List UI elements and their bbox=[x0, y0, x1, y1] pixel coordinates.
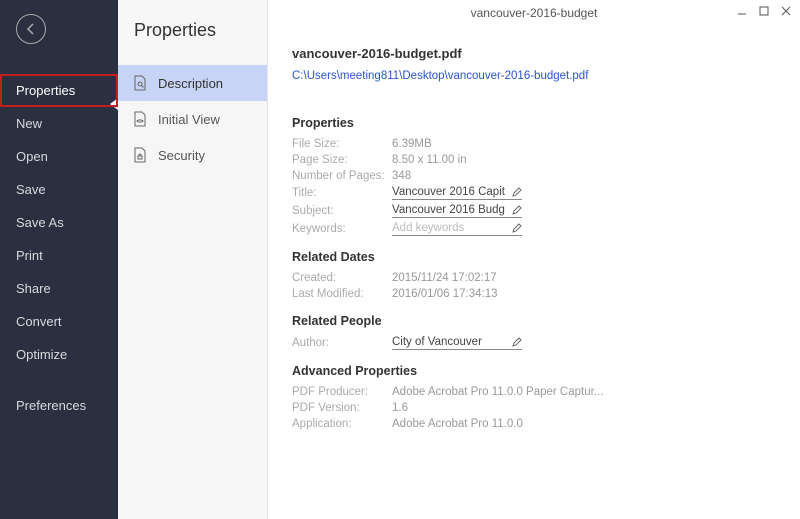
tab-description[interactable]: Description bbox=[118, 65, 267, 101]
sidebar-item-label: Open bbox=[16, 149, 48, 164]
sidebar-item-label: Share bbox=[16, 281, 51, 296]
tab-initial-view[interactable]: Initial View bbox=[118, 101, 267, 137]
titlebar: vancouver-2016-budget bbox=[268, 0, 800, 26]
keywords-field[interactable]: Add keywords bbox=[392, 222, 522, 236]
title-text: Vancouver 2016 Capit bbox=[392, 186, 505, 198]
main-area: vancouver-2016-budget vancouver-2016-bud… bbox=[268, 0, 800, 519]
sidebar-item-save-as[interactable]: Save As bbox=[0, 206, 118, 239]
value-modified: 2016/01/06 17:34:13 bbox=[392, 288, 498, 300]
label-author: Author: bbox=[292, 337, 392, 349]
sidebar-item-print[interactable]: Print bbox=[0, 239, 118, 272]
sidebar-item-convert[interactable]: Convert bbox=[0, 305, 118, 338]
maximize-icon bbox=[759, 6, 769, 16]
section-advanced-heading: Advanced Properties bbox=[292, 364, 776, 378]
sidebar-item-preferences[interactable]: Preferences bbox=[0, 389, 118, 422]
file-path-link[interactable]: C:\Users\meeting811\Desktop\vancouver-20… bbox=[292, 70, 588, 82]
sidebar-item-label: Convert bbox=[16, 314, 62, 329]
value-app: Adobe Acrobat Pro 11.0.0 bbox=[392, 418, 523, 430]
document-lock-icon bbox=[132, 146, 148, 164]
sidebar-item-properties[interactable]: Properties bbox=[0, 74, 118, 107]
tab-label: Description bbox=[158, 76, 223, 91]
chevron-left-icon bbox=[25, 23, 37, 35]
window-title: vancouver-2016-budget bbox=[471, 6, 598, 20]
author-field[interactable]: City of Vancouver bbox=[392, 336, 522, 350]
sidebar-item-label: New bbox=[16, 116, 42, 131]
value-file-size: 6.39MB bbox=[392, 138, 432, 150]
label-app: Application: bbox=[292, 418, 392, 430]
properties-subpanel: Properties Description Initial View Secu… bbox=[118, 0, 268, 519]
back-button[interactable] bbox=[16, 14, 46, 44]
close-icon bbox=[781, 6, 791, 16]
sidebar-item-open[interactable]: Open bbox=[0, 140, 118, 173]
label-producer: PDF Producer: bbox=[292, 386, 392, 398]
sidebar-item-label: Print bbox=[16, 248, 43, 263]
tab-security[interactable]: Security bbox=[118, 137, 267, 173]
section-people-heading: Related People bbox=[292, 314, 776, 328]
panel-title: Properties bbox=[118, 14, 267, 65]
tab-label: Initial View bbox=[158, 112, 220, 127]
sidebar-item-optimize[interactable]: Optimize bbox=[0, 338, 118, 371]
pencil-icon bbox=[512, 205, 522, 215]
value-version: 1.6 bbox=[392, 402, 408, 414]
content: vancouver-2016-budget.pdf C:\Users\meeti… bbox=[268, 26, 800, 442]
pencil-icon bbox=[512, 223, 522, 233]
close-button[interactable] bbox=[778, 4, 794, 18]
document-eye-icon bbox=[132, 110, 148, 128]
label-created: Created: bbox=[292, 272, 392, 284]
minimize-icon bbox=[737, 6, 747, 16]
label-pages: Number of Pages: bbox=[292, 170, 392, 182]
tab-label: Security bbox=[158, 148, 205, 163]
title-field[interactable]: Vancouver 2016 Capit bbox=[392, 186, 522, 200]
sidebar-item-save[interactable]: Save bbox=[0, 173, 118, 206]
pencil-icon bbox=[512, 337, 522, 347]
sidebar-item-label: Properties bbox=[16, 83, 75, 98]
label-keywords: Keywords: bbox=[292, 223, 392, 235]
file-name: vancouver-2016-budget.pdf bbox=[292, 46, 776, 61]
value-created: 2015/11/24 17:02:17 bbox=[392, 272, 497, 284]
subject-text: Vancouver 2016 Budg bbox=[392, 204, 505, 216]
label-version: PDF Version: bbox=[292, 402, 392, 414]
sidebar-item-share[interactable]: Share bbox=[0, 272, 118, 305]
label-subject: Subject: bbox=[292, 205, 392, 217]
author-text: City of Vancouver bbox=[392, 336, 482, 348]
value-page-size: 8.50 x 11.00 in bbox=[392, 154, 467, 166]
sidebar-item-label: Save As bbox=[16, 215, 64, 230]
sidebar-item-label: Save bbox=[16, 182, 46, 197]
section-dates-heading: Related Dates bbox=[292, 250, 776, 264]
sidebar-item-new[interactable]: New bbox=[0, 107, 118, 140]
sidebar-item-label: Optimize bbox=[16, 347, 67, 362]
keywords-placeholder: Add keywords bbox=[392, 222, 464, 234]
value-producer: Adobe Acrobat Pro 11.0.0 Paper Captur... bbox=[392, 386, 603, 398]
pencil-icon bbox=[512, 187, 522, 197]
minimize-button[interactable] bbox=[734, 4, 750, 18]
label-file-size: File Size: bbox=[292, 138, 392, 150]
label-modified: Last Modified: bbox=[292, 288, 392, 300]
subject-field[interactable]: Vancouver 2016 Budg bbox=[392, 204, 522, 218]
sidebar-item-label: Preferences bbox=[16, 398, 86, 413]
label-title: Title: bbox=[292, 187, 392, 199]
sidebar-main: Properties New Open Save Save As Print S… bbox=[0, 0, 118, 519]
value-pages: 348 bbox=[392, 170, 411, 182]
document-search-icon bbox=[132, 74, 148, 92]
maximize-button[interactable] bbox=[756, 4, 772, 18]
section-properties-heading: Properties bbox=[292, 116, 776, 130]
label-page-size: Page Size: bbox=[292, 154, 392, 166]
